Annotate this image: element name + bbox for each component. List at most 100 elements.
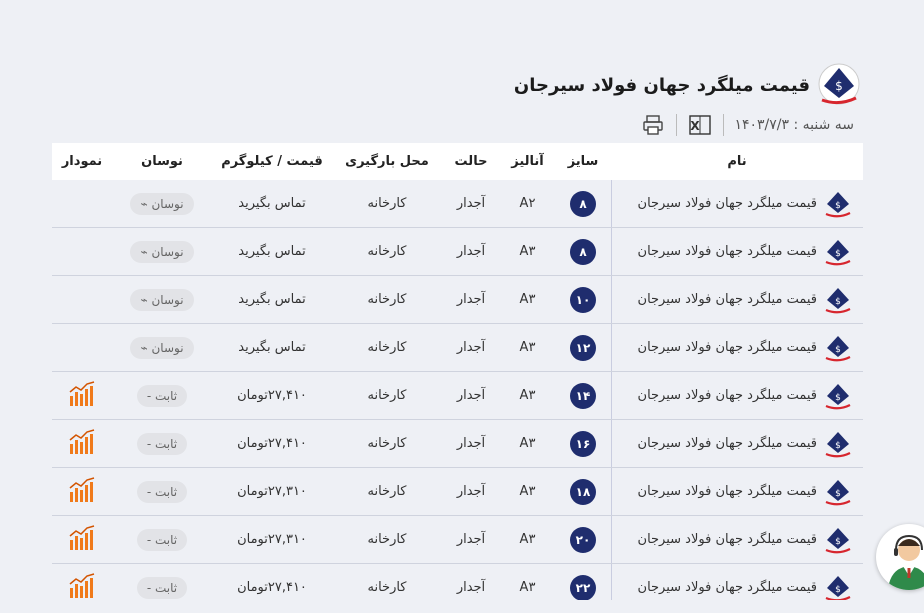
size-badge: ۱۲ (570, 334, 596, 361)
cell-size: ۸ (555, 190, 611, 217)
cell-price: ۲۷,۳۱۰تومان (237, 484, 307, 499)
cell-name[interactable]: $ قیمت میلگرد جهان فولاد سیرجان (611, 468, 863, 515)
cell-state: آجدار (456, 484, 486, 499)
cell-chart (52, 428, 112, 460)
header-size[interactable]: سایز (555, 154, 611, 169)
header-name[interactable]: نام (611, 154, 863, 169)
bar-chart-icon[interactable] (68, 428, 96, 460)
cell-chart (52, 524, 112, 556)
cell-name[interactable]: $ قیمت میلگرد جهان فولاد سیرجان (611, 324, 863, 371)
table-row[interactable]: $ قیمت میلگرد جهان فولاد سیرجان ۸ A۲ آجدار کا… (52, 180, 863, 228)
cell-price: ۲۷,۳۱۰تومان (237, 532, 307, 547)
cell-size: ۱۶ (555, 430, 611, 457)
cell-size: ۱۴ (555, 382, 611, 409)
cell-state: آجدار (456, 388, 486, 403)
table-row[interactable]: $ قیمت میلگرد جهان فولاد سیرجان ۱۶ A۳ آجدار ک… (52, 420, 863, 468)
size-badge: ۸ (570, 238, 596, 265)
product-name[interactable]: قیمت میلگرد جهان فولاد سیرجان (638, 580, 817, 595)
cell-place: کارخانه (367, 436, 407, 451)
table-row[interactable]: $ قیمت میلگرد جهان فولاد سیرجان ۱۰ A۳ آجدار ک… (52, 276, 863, 324)
fluct-badge[interactable]: ثابت - (136, 576, 188, 599)
svg-text:$: $ (835, 249, 841, 259)
fluct-badge[interactable]: نوسان ⌁ (130, 288, 194, 311)
cell-price: تماس بگیرید (238, 292, 306, 307)
svg-text:$: $ (835, 441, 841, 451)
product-name[interactable]: قیمت میلگرد جهان فولاد سیرجان (638, 340, 817, 355)
cell-name[interactable]: $ قیمت میلگرد جهان فولاد سیرجان (611, 420, 863, 467)
bar-chart-icon[interactable] (68, 380, 96, 412)
cell-state: آجدار (456, 196, 486, 211)
cell-state: آجدار (456, 244, 486, 259)
cell-analysis: A۳ (519, 436, 536, 451)
brand-logo-icon: $ (823, 573, 853, 603)
bar-chart-icon[interactable] (68, 572, 96, 604)
cell-fluct: نوسان ⌁ (112, 288, 212, 311)
cell-fluct: ثابت - (112, 576, 212, 599)
cell-state: آجدار (456, 532, 486, 547)
fluct-badge[interactable]: نوسان ⌁ (130, 336, 194, 359)
cell-price: تماس بگیرید (238, 244, 306, 259)
cell-analysis: A۳ (519, 340, 536, 355)
cell-name[interactable]: $ قیمت میلگرد جهان فولاد سیرجان (611, 228, 863, 275)
cell-name[interactable]: $ قیمت میلگرد جهان فولاد سیرجان (611, 516, 863, 563)
fluct-badge[interactable]: ثابت - (136, 480, 188, 503)
cell-name[interactable]: $ قیمت میلگرد جهان فولاد سیرجان (611, 180, 863, 227)
cell-chart (52, 476, 112, 508)
product-name[interactable]: قیمت میلگرد جهان فولاد سیرجان (638, 484, 817, 499)
fluct-badge[interactable]: نوسان ⌁ (130, 192, 194, 215)
cell-analysis: A۳ (519, 292, 536, 307)
fluct-badge[interactable]: نوسان ⌁ (130, 240, 194, 263)
cell-fluct: نوسان ⌁ (112, 192, 212, 215)
size-badge: ۸ (570, 190, 596, 217)
cell-price: تماس بگیرید (238, 196, 306, 211)
product-name[interactable]: قیمت میلگرد جهان فولاد سیرجان (638, 292, 817, 307)
product-name[interactable]: قیمت میلگرد جهان فولاد سیرجان (638, 388, 817, 403)
header-state[interactable]: حالت (442, 154, 500, 169)
header-chart[interactable]: نمودار (52, 154, 112, 169)
brand-logo-icon: $ (823, 429, 853, 459)
cell-analysis: A۲ (519, 196, 536, 211)
table-row[interactable]: $ قیمت میلگرد جهان فولاد سیرجان ۲۰ A۳ آجدار ک… (52, 516, 863, 564)
product-name[interactable]: قیمت میلگرد جهان فولاد سیرجان (638, 196, 817, 211)
table-row[interactable]: $ قیمت میلگرد جهان فولاد سیرجان ۱۸ A۳ آجدار ک… (52, 468, 863, 516)
fluct-badge[interactable]: ثابت - (136, 432, 188, 455)
header-place[interactable]: محل بارگیری (332, 154, 442, 169)
cell-price: ۲۷,۴۱۰تومان (237, 388, 307, 403)
cell-state: آجدار (456, 436, 486, 451)
cell-analysis: A۳ (519, 388, 536, 403)
fluct-badge[interactable]: ثابت - (136, 528, 188, 551)
cell-place: کارخانه (367, 244, 407, 259)
cell-name[interactable]: $ قیمت میلگرد جهان فولاد سیرجان (611, 372, 863, 419)
excel-icon[interactable]: X (687, 112, 713, 138)
fluct-badge[interactable]: ثابت - (136, 384, 188, 407)
cell-fluct: نوسان ⌁ (112, 336, 212, 359)
header-fluct[interactable]: نوسان (112, 154, 212, 169)
brand-logo-icon: $ (823, 237, 853, 267)
cell-state: آجدار (456, 580, 486, 595)
cell-size: ۱۸ (555, 478, 611, 505)
table-row[interactable]: $ قیمت میلگرد جهان فولاد سیرجان ۱۴ A۳ آجدار ک… (52, 372, 863, 420)
product-name[interactable]: قیمت میلگرد جهان فولاد سیرجان (638, 532, 817, 547)
svg-text:$: $ (835, 393, 841, 403)
cell-name[interactable]: $ قیمت میلگرد جهان فولاد سیرجان (611, 276, 863, 323)
table-row[interactable]: $ قیمت میلگرد جهان فولاد سیرجان ۱۲ A۳ آجدار ک… (52, 324, 863, 372)
size-badge: ۱۰ (570, 286, 596, 313)
price-table: نام سایز آنالیز حالت محل بارگیری قیمت / … (52, 143, 863, 612)
bar-chart-icon[interactable] (68, 476, 96, 508)
header-price[interactable]: قیمت / کیلوگرم (212, 154, 332, 169)
svg-text:$: $ (835, 489, 841, 499)
support-agent-icon[interactable] (876, 524, 924, 590)
cell-price: تماس بگیرید (238, 340, 306, 355)
page-header: $ قیمت میلگرد جهان فولاد سیرجان (514, 62, 862, 108)
product-name[interactable]: قیمت میلگرد جهان فولاد سیرجان (638, 244, 817, 259)
brand-logo-icon: $ (823, 525, 853, 555)
header-analysis[interactable]: آنالیز (500, 154, 555, 169)
cell-fluct: ثابت - (112, 480, 212, 503)
cell-fluct: ثابت - (112, 384, 212, 407)
printer-icon[interactable] (640, 112, 666, 138)
bar-chart-icon[interactable] (68, 524, 96, 556)
table-row[interactable]: $ قیمت میلگرد جهان فولاد سیرجان ۸ A۳ آجدار کا… (52, 228, 863, 276)
product-name[interactable]: قیمت میلگرد جهان فولاد سیرجان (638, 436, 817, 451)
svg-text:$: $ (835, 79, 843, 93)
size-badge: ۱۴ (570, 382, 596, 409)
